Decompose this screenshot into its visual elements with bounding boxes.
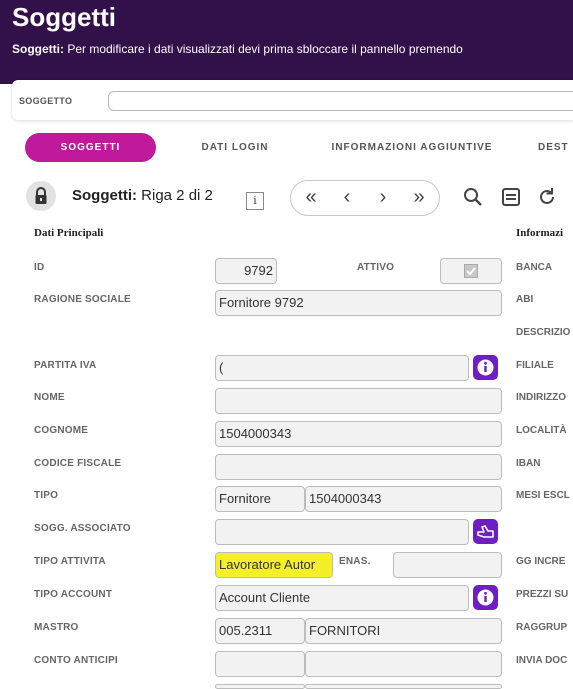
partita-iva-label: PARTITA IVA <box>34 360 97 371</box>
conto-anticipi-label: CONTO ANTICIPI <box>34 655 118 666</box>
page-title: Soggetti <box>12 2 116 32</box>
enas-field[interactable] <box>393 552 502 578</box>
subtitle-prefix: Soggetti: <box>12 42 64 56</box>
partita-iva-field[interactable]: ( <box>215 355 469 381</box>
mastro-label: MASTRO <box>34 622 79 633</box>
ragione-sociale-field[interactable]: Fornitore 9792 <box>215 290 502 316</box>
tipo-attivita-field[interactable]: Lavoratore Autor <box>215 552 333 578</box>
enas-label: ENAS. <box>339 556 371 567</box>
unlock-button[interactable] <box>26 181 56 211</box>
soggetto-search-input[interactable] <box>108 91 573 111</box>
raggruppamento-label: RAGGRUP <box>516 622 568 633</box>
descrizione-label: DESCRIZIO <box>516 327 571 338</box>
tipo-field[interactable]: Fornitore <box>215 486 305 512</box>
toolbar-title-label: Soggetti: <box>72 187 137 204</box>
sogg-associato-field[interactable] <box>215 519 469 545</box>
soggetto-label: SOGGETTO <box>19 96 73 106</box>
partita-iva-info-button[interactable] <box>473 355 498 380</box>
mesi-esclusi-label: MESI ESCL <box>516 490 570 501</box>
list-icon[interactable] <box>500 186 522 208</box>
tipo-account-label: TIPO ACCOUNT <box>34 589 113 600</box>
tipo-attivita-label: TIPO ATTIVITA <box>34 556 106 567</box>
info-icon[interactable]: i <box>246 192 264 210</box>
pointing-hand-icon <box>477 525 494 538</box>
page-subtitle: Soggetti: Per modificare i dati visualiz… <box>12 42 463 56</box>
tipo-code-field[interactable]: 1504000343 <box>305 486 502 512</box>
info-icon <box>477 359 494 376</box>
mastro-desc-field[interactable]: FORNITORI <box>305 618 502 644</box>
nome-field[interactable] <box>215 388 502 414</box>
next-row-field[interactable] <box>215 684 305 689</box>
conto-anticipi-desc-field[interactable] <box>305 651 502 677</box>
info-icon <box>477 589 494 606</box>
iban-label: IBAN <box>516 458 541 469</box>
row-counter: Riga 2 di 2 <box>137 187 213 204</box>
codice-fiscale-field[interactable] <box>215 454 502 480</box>
lock-icon <box>35 187 47 204</box>
id-label: ID <box>34 262 45 273</box>
mastro-field[interactable]: 005.2311 <box>215 618 305 644</box>
section-informazioni: Informazi <box>516 227 564 239</box>
filiale-label: FILIALE <box>516 360 554 371</box>
nome-label: NOME <box>34 392 65 403</box>
indirizzo-label: INDIRIZZO <box>516 392 566 403</box>
next-page-button[interactable]: › <box>370 185 396 211</box>
first-page-button[interactable]: « <box>298 185 324 211</box>
sogg-associato-select-button[interactable] <box>473 519 498 544</box>
last-page-button[interactable]: » <box>406 185 432 211</box>
attivo-checkbox[interactable] <box>440 258 502 284</box>
refresh-icon[interactable] <box>536 186 558 208</box>
toolbar-title: Soggetti: Riga 2 di 2 <box>72 187 213 204</box>
tab-dati-login[interactable]: DATI LOGIN <box>185 133 285 162</box>
section-dati-principali: Dati Principali <box>34 227 104 239</box>
tab-dest[interactable]: DEST <box>538 133 573 162</box>
tab-soggetti[interactable]: SOGGETTI <box>25 133 156 162</box>
conto-anticipi-field[interactable] <box>215 651 305 677</box>
cognome-field[interactable]: 1504000343 <box>215 421 502 447</box>
attivo-label: ATTIVO <box>357 262 395 273</box>
prev-page-button[interactable]: ‹ <box>334 185 360 211</box>
subtitle-text: Per modificare i dati visualizzati devi … <box>64 42 463 56</box>
codice-fiscale-label: CODICE FISCALE <box>34 458 122 469</box>
next-row-desc-field[interactable] <box>305 684 502 689</box>
invia-doc-label: INVIA DOC <box>516 655 568 666</box>
sogg-associato-label: SOGG. ASSOCIATO <box>34 523 131 534</box>
banca-label: BANCA <box>516 262 553 273</box>
cognome-label: COGNOME <box>34 425 89 436</box>
id-field[interactable]: 9792 <box>215 258 277 284</box>
tipo-account-info-button[interactable] <box>473 585 498 610</box>
tab-informazioni-aggiuntive[interactable]: INFORMAZIONI AGGIUNTIVE <box>315 133 509 162</box>
prezzi-su-label: PREZZI SU <box>516 589 569 600</box>
tipo-account-field[interactable]: Account Cliente <box>215 585 469 611</box>
ragione-sociale-label: RAGIONE SOCIALE <box>34 294 131 305</box>
abi-label: ABI <box>516 294 534 305</box>
tipo-label: TIPO <box>34 490 59 501</box>
gg-incremento-label: GG INCRE <box>516 556 566 567</box>
checkmark-icon <box>464 264 478 278</box>
search-icon[interactable] <box>462 186 484 208</box>
localita-label: LOCALITÀ <box>516 425 567 436</box>
